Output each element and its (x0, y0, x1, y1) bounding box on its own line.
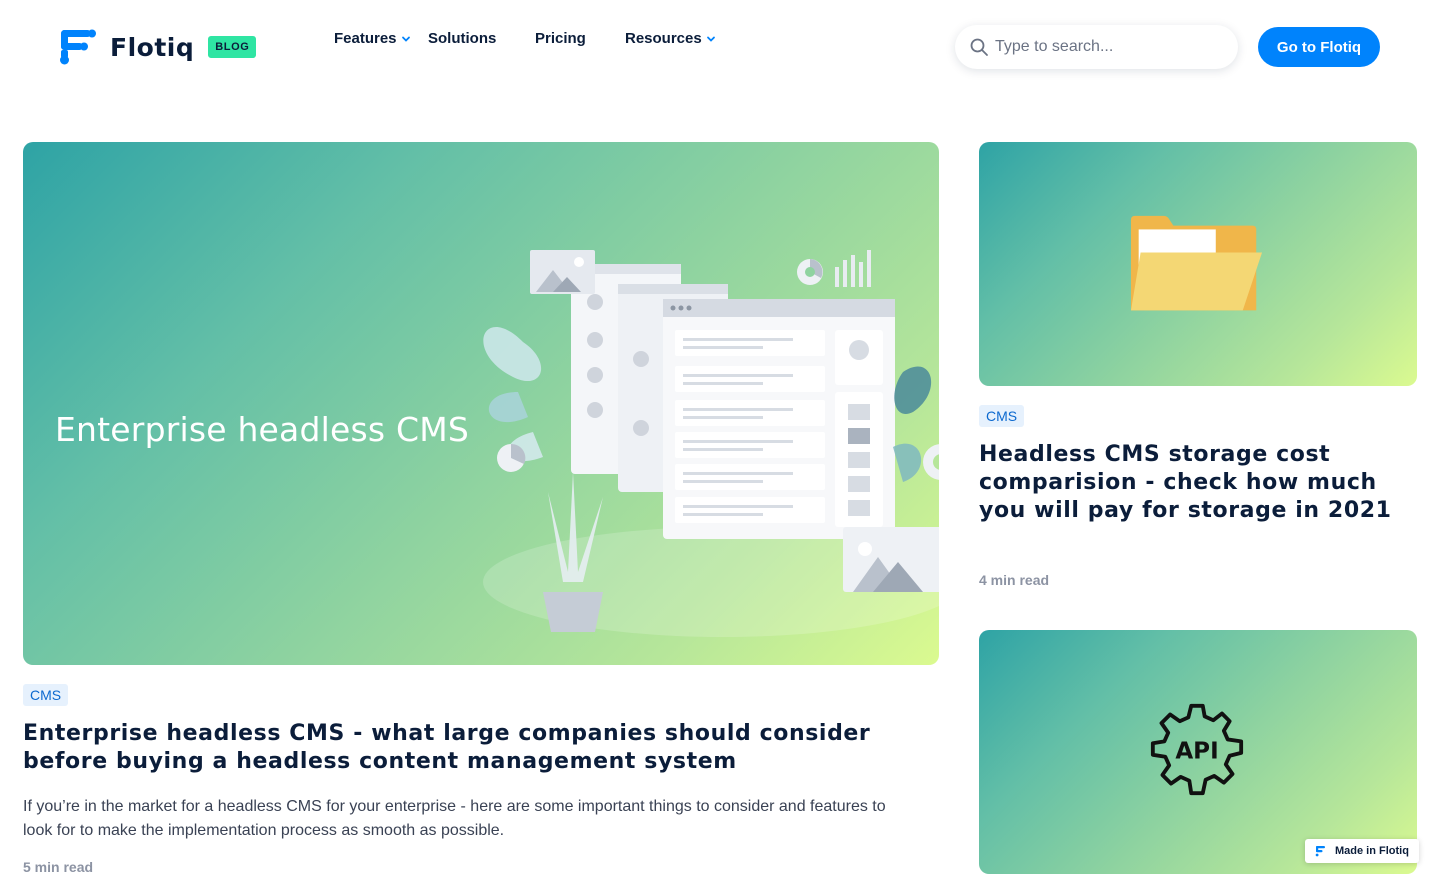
nav-features[interactable]: Features (334, 30, 411, 47)
main-post-image-text: Enterprise headless CMS (55, 410, 470, 449)
search-input[interactable] (995, 38, 1225, 56)
side-post-read-time: 4 min read (979, 572, 1050, 588)
nav-solutions-label: Solutions (428, 29, 497, 47)
chevron-down-icon (401, 36, 410, 42)
main-post-read-time: 5 min read (23, 859, 94, 875)
nav-pricing[interactable]: Pricing (535, 30, 586, 47)
api-gear-icon: API (1150, 703, 1244, 796)
flotiq-logo[interactable]: Flotiq BLOG (58, 28, 257, 66)
nav-features-label: Features (334, 29, 397, 47)
nav-resources-label: Resources (625, 29, 702, 47)
side-post-2-image[interactable]: API (979, 630, 1417, 874)
flotiq-logo-icon (60, 29, 96, 65)
side-post-image[interactable] (979, 142, 1417, 386)
made-in-flotiq-label: Made in Flotiq (1335, 845, 1409, 857)
search-box[interactable] (955, 25, 1238, 69)
folder-icon (1130, 215, 1263, 311)
chevron-down-icon (706, 36, 715, 42)
main-post-tag[interactable]: CMS (23, 684, 69, 706)
go-to-flotiq-button[interactable]: Go to Flotiq (1258, 27, 1380, 67)
search-icon (970, 38, 988, 56)
main-post-image[interactable]: Enterprise headless CMS (23, 142, 939, 665)
logo-text: Flotiq (110, 32, 195, 62)
made-in-flotiq-badge[interactable]: Made in Flotiq (1305, 839, 1419, 863)
side-post-title[interactable]: Headless CMS storage cost comparision - … (979, 441, 1409, 525)
nav-pricing-label: Pricing (535, 29, 586, 47)
main-post-title[interactable]: Enterprise headless CMS - what large com… (23, 720, 923, 776)
nav-solutions[interactable]: Solutions (428, 30, 496, 47)
blog-badge: BLOG (208, 36, 257, 58)
main-post-excerpt: If you’re in the market for a headless C… (23, 798, 886, 839)
nav-resources[interactable]: Resources (625, 30, 716, 47)
flotiq-small-icon (1315, 846, 1325, 857)
api-text: API (1175, 739, 1218, 765)
cms-dashboard-illustration (483, 250, 939, 637)
site-header: Flotiq BLOG Features Solutions Pricing R… (0, 0, 1440, 95)
side-post-tag[interactable]: CMS (979, 405, 1025, 427)
